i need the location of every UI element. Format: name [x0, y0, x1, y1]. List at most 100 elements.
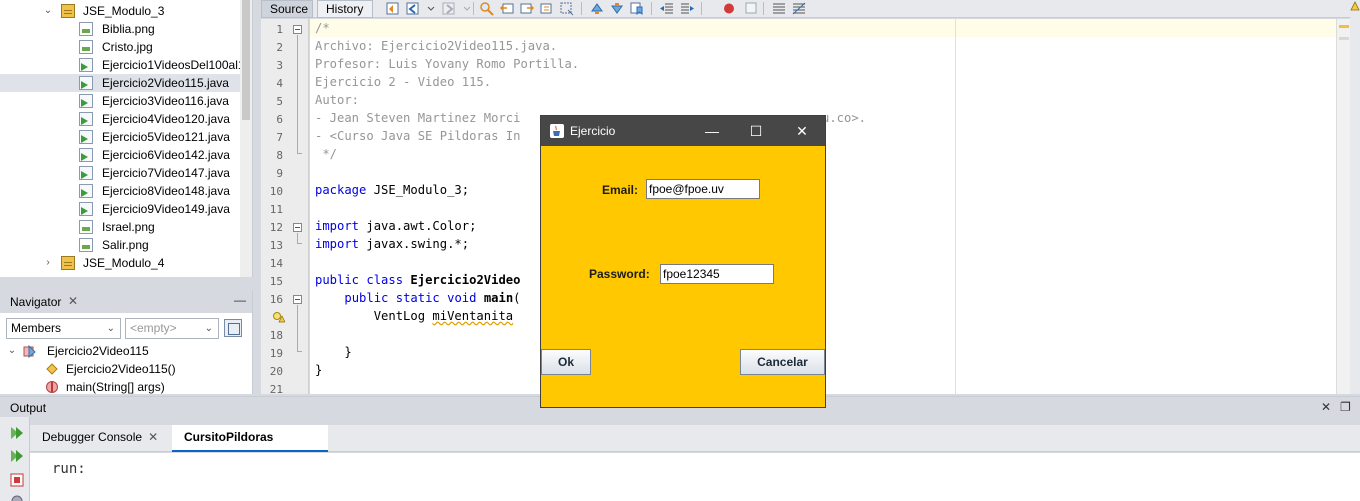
cancel-button[interactable]: Cancelar [740, 349, 825, 375]
project-scrollbar[interactable] [240, 0, 252, 277]
chevron-down-icon[interactable]: ⌄ [42, 2, 54, 20]
navigator-constructor-node[interactable]: Ejercicio2Video115() [0, 360, 252, 378]
tree-node-file[interactable]: Cristo.jpg [0, 38, 240, 56]
search-icon[interactable] [479, 1, 495, 16]
forward-icon[interactable] [441, 1, 457, 16]
code-line: Ejercicio 2 - Video 115. [315, 75, 492, 89]
tree-node-file[interactable]: Ejercicio4Video120.java [0, 110, 240, 128]
close-icon[interactable]: ✕ [779, 116, 825, 146]
password-field[interactable]: fpoe12345 [660, 264, 774, 284]
code-line: Autor: [315, 93, 360, 107]
close-icon[interactable]: ✕ [68, 294, 78, 308]
navigator-title[interactable]: Navigator [10, 295, 61, 309]
tree-node-file[interactable]: Ejercicio1VideosDel100al11 [0, 56, 250, 74]
last-edit-icon[interactable] [385, 1, 401, 16]
navigator-class-node[interactable]: ⌄ Ejercicio2Video115 [0, 342, 252, 360]
toolbar-separator [651, 2, 652, 15]
toggle-bookmark-icon[interactable] [629, 1, 645, 16]
find-next-icon[interactable] [519, 1, 535, 16]
minimize-icon[interactable]: — [234, 293, 246, 307]
tree-node-file[interactable]: Salir.png [0, 236, 240, 254]
maximize-icon[interactable]: ❐ [1340, 400, 1351, 414]
back-icon[interactable] [405, 1, 421, 16]
chevron-down-icon[interactable]: ⌄ [6, 342, 18, 360]
rerun-with-params-icon[interactable] [9, 448, 25, 464]
tree-node-file[interactable]: Ejercicio9Video149.java [0, 200, 240, 218]
email-field[interactable]: fpoe@fpoe.uv [646, 179, 760, 199]
chevron-right-icon[interactable]: › [42, 254, 54, 272]
warning-icon[interactable] [273, 311, 285, 323]
navigator-method-node[interactable]: main(String[] args) [0, 378, 252, 394]
navigator-options-icon[interactable] [224, 319, 242, 337]
fold-toggle-icon[interactable] [293, 295, 302, 304]
rerun-icon[interactable] [9, 425, 25, 441]
tab-history[interactable]: History [317, 0, 373, 18]
code-text: ( [513, 291, 521, 305]
image-file-icon [79, 40, 93, 54]
line-number: 9 [276, 167, 283, 180]
output-tabs: Debugger Console ✕ CursitoPildoras (run)✕ [30, 425, 1360, 469]
error-stripe-marker[interactable] [1339, 37, 1349, 40]
tree-node-file[interactable]: Ejercicio8Video148.java [0, 182, 240, 200]
keyword: static [395, 291, 440, 305]
line-number: 2 [276, 41, 283, 54]
chevron-down-icon[interactable] [423, 1, 435, 16]
record-macro-icon[interactable] [721, 1, 737, 16]
next-bookmark-icon[interactable] [609, 1, 625, 16]
error-stripe-marker[interactable] [1339, 25, 1349, 28]
stop-macro-icon[interactable] [743, 1, 759, 16]
code-line: Archivo: Ejercicio2Video115.java. [315, 39, 558, 53]
tree-node-file-selected[interactable]: Ejercicio2Video115.java [0, 74, 240, 92]
minimize-icon[interactable]: — [689, 116, 735, 146]
tree-node-file[interactable]: Israel.png [0, 218, 240, 236]
keyword: package [315, 183, 367, 197]
previous-bookmark-icon[interactable] [589, 1, 605, 16]
tab-cursitopildoras-run[interactable]: CursitoPildoras (run)✕ [172, 425, 328, 469]
tree-node-file[interactable]: Ejercicio7Video147.java [0, 164, 240, 182]
editor-error-stripe[interactable] [1336, 19, 1350, 394]
dialog-titlebar[interactable]: Ejercicio — ☐ ✕ [541, 116, 825, 146]
close-icon[interactable]: ✕ [1321, 400, 1331, 414]
shift-right-icon[interactable] [679, 1, 695, 16]
members-combo[interactable]: Members ⌄ [6, 318, 121, 339]
code-text: java.awt.Color; [359, 219, 477, 233]
comment-icon[interactable] [771, 1, 787, 16]
fold-guide [297, 153, 302, 154]
warning-icon[interactable] [1350, 1, 1360, 11]
tab-source[interactable]: Source [261, 0, 313, 18]
tree-node-file[interactable]: Ejercicio6Video142.java [0, 146, 240, 164]
settings-icon[interactable] [9, 493, 25, 501]
close-icon[interactable]: ✕ [148, 430, 158, 444]
window-edge [1350, 0, 1360, 394]
output-console[interactable]: run: [30, 453, 1360, 501]
tree-node-package[interactable]: › JSE_Modulo_4 [0, 254, 240, 272]
tree-node-file[interactable]: Ejercicio5Video121.java [0, 128, 240, 146]
tree-node-file[interactable]: Ejercicio3Video116.java [0, 92, 240, 110]
shift-left-icon[interactable] [659, 1, 675, 16]
maximize-icon[interactable]: ☐ [733, 116, 779, 146]
keyword: public [315, 273, 360, 287]
tab-label: Debugger Console [42, 430, 143, 444]
code-line: } [315, 343, 351, 361]
stop-icon[interactable] [9, 472, 25, 488]
chevron-down-icon[interactable] [459, 1, 471, 16]
output-title[interactable]: Output [10, 401, 46, 415]
tab-debugger-console[interactable]: Debugger Console ✕ [30, 425, 172, 452]
filter-combo[interactable]: <empty> ⌄ [125, 318, 219, 339]
scrollbar-thumb[interactable] [242, 0, 250, 120]
tree-node-file[interactable]: Biblia.png [0, 20, 240, 38]
fold-toggle-icon[interactable] [293, 223, 302, 232]
toolbar-separator [701, 2, 702, 15]
uncomment-icon[interactable] [791, 1, 807, 16]
tree-node-package[interactable]: ⌄ JSE_Modulo_3 [0, 2, 240, 20]
line-number: 4 [276, 77, 283, 90]
code-text: } [315, 363, 323, 377]
find-previous-icon[interactable] [499, 1, 515, 16]
find-selection-icon[interactable] [539, 1, 555, 16]
ok-button[interactable]: Ok [541, 349, 591, 375]
code-line: } [315, 361, 322, 379]
image-file-icon [79, 22, 93, 36]
fold-toggle-icon[interactable] [293, 25, 302, 34]
line-number: 15 [269, 275, 283, 288]
toggle-highlight-icon[interactable] [559, 1, 575, 16]
